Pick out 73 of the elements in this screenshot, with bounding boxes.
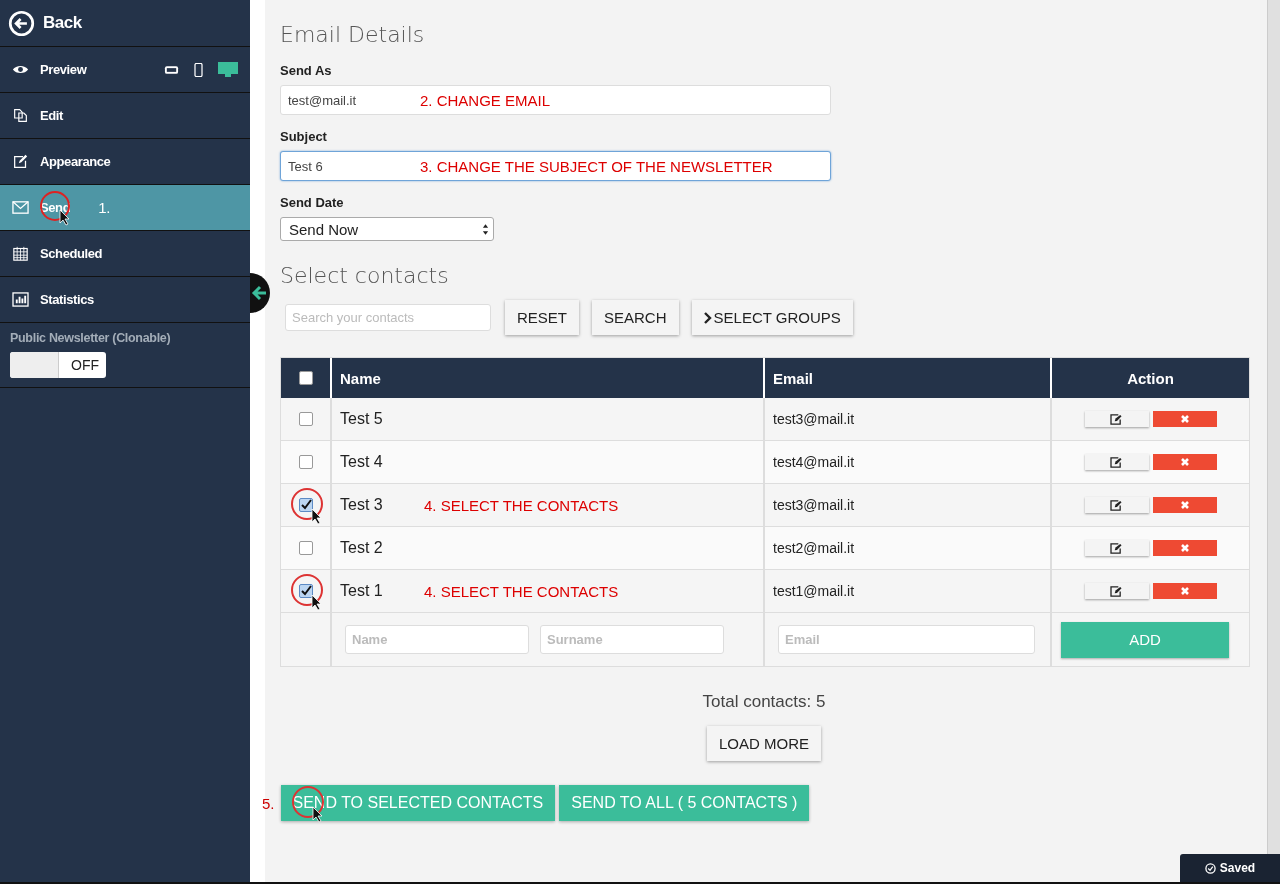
edit-button[interactable] [1084, 497, 1149, 513]
edit-icon [1110, 499, 1123, 511]
close-icon [1179, 457, 1190, 467]
chevron-icon [703, 311, 712, 324]
table-cell-text: Test 3 [340, 496, 384, 514]
delete-button[interactable] [1152, 454, 1217, 470]
bar-chart-icon [12, 292, 29, 307]
close-icon [1179, 500, 1190, 510]
table-cell-text: Test 4 [340, 453, 384, 471]
desktop-icon[interactable] [218, 61, 238, 78]
step-annotation: 2. CHANGE EMAIL [420, 91, 551, 109]
sidebar-item[interactable]: Preview [0, 47, 250, 93]
edit-icon [12, 154, 29, 169]
close-icon [1179, 414, 1190, 424]
back-button[interactable]: Back [0, 0, 250, 47]
column-header: Action [1126, 368, 1175, 389]
section-title: Select contacts [280, 263, 449, 288]
toggle-label: Public Newsletter (Clonable) [10, 331, 172, 345]
edit-icon [1110, 542, 1123, 554]
row-checkbox[interactable] [298, 455, 313, 469]
phone-icon[interactable] [191, 62, 206, 77]
public-toggle[interactable]: OFF [10, 352, 106, 378]
table-cell: test3@mail.it [773, 497, 855, 513]
surname-field[interactable]: Surname [540, 625, 724, 654]
row-checkbox[interactable] [298, 584, 313, 598]
select-all-checkbox[interactable] [298, 371, 313, 385]
field-label: Subject [280, 129, 327, 144]
check-circle-icon [1204, 862, 1216, 874]
copy-icon [12, 108, 29, 123]
row-checkbox[interactable] [298, 412, 313, 426]
table-cell: test1@mail.it [773, 583, 855, 599]
row-checkbox[interactable] [298, 541, 313, 555]
email-field[interactable]: Email [778, 625, 1035, 654]
edit-icon [1110, 456, 1123, 468]
delete-button[interactable] [1152, 540, 1217, 556]
delete-button[interactable] [1152, 583, 1217, 599]
field-label: Send Date [280, 195, 344, 210]
edit-button[interactable] [1084, 583, 1149, 599]
table-cell: test3@mail.it [773, 411, 855, 427]
section-title: Email Details [280, 22, 425, 47]
step-annotation: 1. [98, 199, 110, 216]
delete-button[interactable] [1152, 497, 1217, 513]
send-date-dropdown[interactable]: Send Now [280, 217, 494, 241]
delete-button[interactable] [1152, 411, 1217, 427]
step-annotation: 4. SELECT THE CONTACTS [424, 582, 619, 600]
close-icon [1179, 543, 1190, 553]
table-cell-text: Test 2 [340, 539, 384, 557]
toolbar-button[interactable]: SELECT GROUPS [691, 300, 853, 335]
field-label: Send As [280, 63, 332, 78]
step-annotation: 4. SELECT THE CONTACTS [424, 496, 619, 514]
edit-button[interactable] [1084, 411, 1149, 427]
step-annotation: 3. CHANGE THE SUBJECT OF THE NEWSLETTER [420, 157, 773, 175]
saved-toast: Saved [1180, 854, 1280, 882]
toolbar-button[interactable]: RESET [505, 300, 579, 335]
edit-button[interactable] [1084, 454, 1149, 470]
load-more-button[interactable]: LOAD MORE [707, 726, 821, 761]
calendar-icon [12, 246, 29, 261]
edit-button[interactable] [1084, 540, 1149, 556]
up-down-arrows-icon [482, 222, 489, 236]
toolbar-button[interactable]: SEARCH [592, 300, 679, 335]
name-field[interactable]: Name [345, 625, 529, 654]
table-cell-text: Test 1 [340, 582, 384, 600]
total-contacts: Total contacts: 5 [701, 692, 827, 712]
table-cell: test4@mail.it [773, 454, 855, 470]
row-checkbox[interactable] [298, 498, 313, 512]
table-cell: test2@mail.it [773, 540, 855, 556]
search-field[interactable]: Search your contacts [285, 304, 491, 331]
table-cell-text: Test 5 [340, 410, 384, 428]
envelope-icon [12, 200, 29, 215]
step-annotation: 5. [262, 794, 275, 812]
close-icon [1179, 586, 1190, 596]
edit-icon [1110, 585, 1123, 597]
edit-icon [1110, 413, 1123, 425]
